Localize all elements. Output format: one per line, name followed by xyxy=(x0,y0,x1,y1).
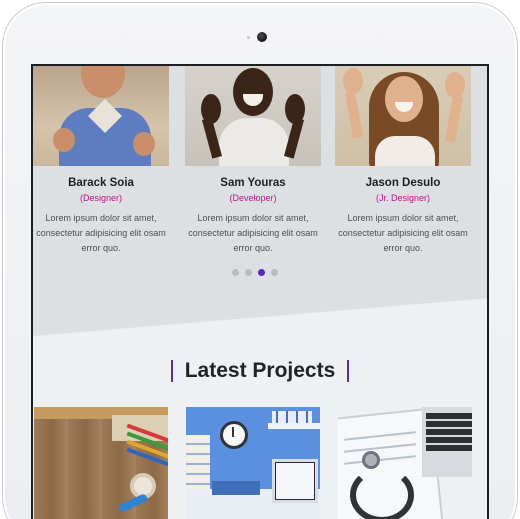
carousel-dot[interactable] xyxy=(232,269,239,276)
member-photo xyxy=(33,66,169,166)
project-thumbnail[interactable] xyxy=(338,407,472,519)
project-thumbnail[interactable] xyxy=(34,407,168,519)
member-bio: Lorem ipsum dolor sit amet, consectetur … xyxy=(338,213,468,253)
member-photo xyxy=(185,66,321,166)
front-sensor xyxy=(247,36,250,39)
member-name: Sam Youras xyxy=(220,177,286,189)
team-member-card: Barack Soia (Designer) Lorem ipsum dolor… xyxy=(33,66,169,256)
member-photo xyxy=(335,66,471,166)
front-camera xyxy=(257,32,267,42)
carousel-dot[interactable] xyxy=(271,269,278,276)
team-member-card: Jason Desulo (Jr. Designer) Lorem ipsum … xyxy=(335,66,471,256)
member-role: (Developer) xyxy=(229,193,277,203)
member-role: (Designer) xyxy=(79,193,122,203)
carousel-pagination xyxy=(232,269,278,276)
project-thumbnail[interactable] xyxy=(186,407,320,519)
member-name: Jason Desulo xyxy=(365,177,441,189)
screen: Barack Soia (Designer) Lorem ipsum dolor… xyxy=(31,64,489,519)
carousel-dot-active[interactable] xyxy=(258,269,265,276)
section-title: Latest Projects xyxy=(170,360,350,382)
member-bio: Lorem ipsum dolor sit amet, consectetur … xyxy=(188,213,318,253)
member-role: (Jr. Designer) xyxy=(375,193,430,203)
latest-projects-heading: Latest Projects xyxy=(33,360,487,382)
team-member-card: Sam Youras (Developer) Lorem ipsum dolor… xyxy=(185,66,321,256)
carousel-dot[interactable] xyxy=(245,269,252,276)
member-name: Barack Soia xyxy=(68,177,134,189)
member-bio: Lorem ipsum dolor sit amet, consectetur … xyxy=(36,213,166,253)
